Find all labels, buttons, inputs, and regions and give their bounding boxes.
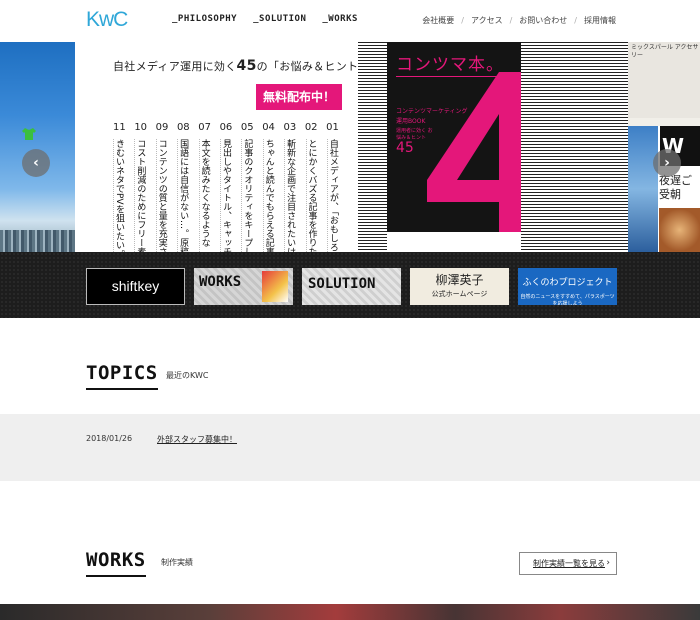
hint-number: 01 [326,122,339,133]
book-number: 45 [396,140,414,156]
works-subheading: 制作実績 [161,558,193,567]
nav-access[interactable]: アクセス [471,15,503,26]
site-header: KwC _PHILOSOPHY _SOLUTION _WORKS 会社概要 / … [0,0,700,42]
chevron-right-icon: › [606,558,610,568]
hint-number: 06 [219,122,233,133]
hint-number: 02 [304,122,318,133]
hint-columns: 11 10 09 08 07 06 05 04 03 02 01 きむいネタでP… [113,122,339,252]
nav-separator: / [461,16,464,25]
works-image-strip[interactable] [0,604,700,620]
hint-text: 記事のクオリティをキープし続ける [241,139,253,252]
works-heading: WORKS [86,549,146,577]
banner-yanagisawa-sub: 公式ホームページ [431,290,488,298]
banner-strip: shiftkey WORKS SOLUTION 柳澤英子 公式ホームページ ふく… [0,252,700,318]
magazine-title: 夜遅ご 受朝 [659,174,692,201]
stripe-pattern [521,42,628,252]
hint-text: コンテンツの質と量を充実させたい [155,139,167,252]
sub-nav: 会社概要 / アクセス / お問い合わせ / 採用情報 [422,15,616,26]
hint-number: 10 [134,122,148,133]
banner-yanagisawa-name: 柳澤英子 [435,273,484,287]
banner-fukunowa-sub: 自然のニュースをすすめて、パラスポーツを応援しよう [520,294,615,305]
hint-text: 斬新な企画で注目されたいけど、コ [284,139,296,252]
hero-slider: 自社メディア運用に効く45の「お悩み＆ヒント」 無料配布中！ 11 10 09 … [0,42,700,252]
hint-text: とにかくバズる記事を作りたい！ [305,139,317,252]
banner-shiftkey[interactable]: shiftkey [86,268,185,305]
tshirt-icon [22,128,36,140]
stripe-pattern [358,42,387,252]
hint-number: 03 [283,122,297,133]
slide-contsuma-book[interactable]: 自社メディア運用に効く45の「お悩み＆ヒント」 無料配布中！ 11 10 09 … [75,42,628,252]
slider-prev-arrow-icon[interactable]: ‹ [22,149,50,177]
topics-heading: TOPICS [86,362,158,390]
nav-separator: / [509,16,513,25]
topics-subheading: 最近のKWC [166,371,209,380]
banner-works[interactable]: WORKS [194,268,293,305]
hint-text: きむいネタでPVを狙いたい。ど [113,139,124,252]
nav-company[interactable]: 会社概要 [422,15,454,26]
banner-solution-label: SOLUTION [308,276,376,292]
free-distribution-badge: 無料配布中！ [256,84,342,110]
hero-headline: 自社メディア運用に効く45の「お悩み＆ヒント」 [113,58,370,74]
banner-fukunowa-name: ふくのわプロジェクト [522,278,613,288]
banner-yanagisawa[interactable]: 柳澤英子 公式ホームページ [410,268,509,305]
nav-works[interactable]: _WORKS [322,14,358,24]
book-subtitle: コンテンツマーケティング [396,108,468,115]
nav-solution[interactable]: _SOLUTION [253,14,306,24]
banner-works-label: WORKS [199,274,242,290]
slider-next-arrow-icon[interactable]: › [653,149,681,177]
banner-fukunowa[interactable]: ふくのわプロジェクト 自然のニュースをすすめて、パラスポーツを応援しよう [518,268,617,305]
magazine-image: W 夜遅ご 受朝 [628,126,700,252]
banner-solution[interactable]: SOLUTION [302,268,401,305]
book-rule [396,76,512,77]
book-cover: コンツマ本。 コンテンツマーケティング 運用BOOK 運用者に効く お悩み＆ヒン… [387,42,521,232]
slide-city-image[interactable] [0,42,75,252]
food-photo [659,208,700,252]
book-subtitle: 運用BOOK [396,118,426,125]
slide-next-preview[interactable]: ミックスパール アクセサリー W 夜遅ご 受朝 [628,42,700,252]
hint-number: 05 [240,122,254,133]
topic-date: 2018/01/26 [86,434,133,443]
hint-text: 見出しやタイトル、キャッチで負け [219,139,231,252]
works-list-button-label: 制作実績一覧を見る [533,559,605,568]
nav-recruit[interactable]: 採用情報 [584,15,616,26]
book-title: コンツマ本。 [396,55,504,75]
hint-text: ちゃんと読んでもらえる記事の長さ [262,139,274,252]
hint-text: コスト削減のためにフリー素材を活 [134,139,146,252]
hint-number: 08 [176,122,190,133]
hint-text: 自社メディアが、「おもしろくない」 [326,139,338,252]
nav-philosophy[interactable]: _PHILOSOPHY [172,14,237,24]
hint-number: 11 [113,122,126,133]
banner-works-thumbnail [262,271,288,302]
main-nav: _PHILOSOPHY _SOLUTION _WORKS [172,14,358,24]
city-skyline [0,230,75,252]
works-list-button[interactable]: 制作実績一覧を見る › [519,552,617,575]
topic-link[interactable]: 外部スタッフ募集中！ [157,434,237,445]
hint-text: 国語には自信がない…。原稿チェ [177,139,189,252]
hint-number: 09 [155,122,169,133]
topics-list [0,414,700,481]
nav-contact[interactable]: お問い合わせ [519,15,567,26]
kwc-logo[interactable]: KwC [86,8,128,32]
hint-number: 07 [198,122,211,133]
hint-text: 本文を読みたくなるような「リード文 [198,139,210,252]
accessory-title: ミックスパール アクセサリー [631,44,699,59]
nav-separator: / [574,16,577,25]
magazine-blue-panel [628,126,658,252]
hint-number: 04 [262,122,275,133]
accessory-image: ミックスパール アクセサリー [628,42,700,118]
